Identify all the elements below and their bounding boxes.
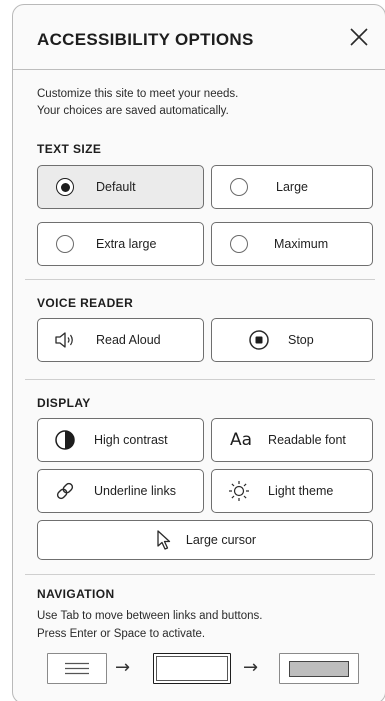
section-divider	[25, 279, 375, 280]
close-icon	[350, 28, 368, 46]
stop-button[interactable]: Stop	[211, 318, 373, 362]
nav-step-focused	[153, 653, 231, 684]
readable-font-icon: Aa	[230, 430, 253, 450]
high-contrast-label: High contrast	[94, 433, 168, 447]
intro-line-2: Your choices are saved automatically.	[37, 105, 229, 117]
navigation-text: Use Tab to move between links and button…	[37, 607, 262, 643]
text-size-extra-large-option[interactable]: Extra large	[37, 222, 204, 266]
nav-step-menu	[47, 653, 107, 684]
radio-unchecked-icon	[230, 235, 248, 253]
stop-icon	[248, 329, 270, 351]
underline-links-label: Underline links	[94, 484, 176, 498]
underline-links-button[interactable]: Underline links	[37, 469, 204, 513]
readable-font-button[interactable]: Aa Readable font	[211, 418, 373, 462]
text-size-default-label: Default	[96, 180, 136, 194]
text-size-default-option[interactable]: Default	[37, 165, 204, 209]
speaker-icon	[54, 330, 78, 350]
nav-activated-fill	[289, 661, 349, 677]
panel-title: ACCESSIBILITY OPTIONS	[37, 30, 254, 49]
navigation-line-1: Use Tab to move between links and button…	[37, 610, 263, 622]
nav-arrow-icon: →	[243, 657, 259, 678]
text-size-large-label: Large	[276, 180, 308, 194]
section-divider	[25, 574, 375, 575]
radio-unchecked-icon	[230, 178, 248, 196]
text-size-heading: TEXT SIZE	[37, 142, 102, 156]
cursor-icon	[154, 529, 174, 551]
display-heading: DISPLAY	[37, 396, 91, 410]
high-contrast-button[interactable]: High contrast	[37, 418, 204, 462]
text-size-maximum-label: Maximum	[274, 237, 329, 251]
radio-unchecked-icon	[56, 235, 74, 253]
nav-arrow-icon: →	[115, 657, 131, 678]
panel-header: ACCESSIBILITY OPTIONS	[13, 5, 385, 70]
link-icon	[54, 480, 76, 502]
readable-font-label: Readable font	[268, 433, 346, 447]
sun-icon	[228, 480, 250, 502]
contrast-icon	[54, 429, 76, 451]
light-theme-label: Light theme	[268, 484, 334, 498]
read-aloud-label: Read Aloud	[96, 333, 161, 347]
navigation-heading: NAVIGATION	[37, 587, 115, 601]
navigation-line-2: Press Enter or Space to activate.	[37, 628, 206, 640]
radio-checked-icon	[56, 178, 74, 196]
large-cursor-label: Large cursor	[185, 533, 257, 547]
text-size-large-option[interactable]: Large	[211, 165, 373, 209]
read-aloud-button[interactable]: Read Aloud	[37, 318, 204, 362]
text-size-maximum-option[interactable]: Maximum	[211, 222, 373, 266]
section-divider	[25, 379, 375, 380]
stop-label: Stop	[288, 333, 314, 347]
large-cursor-button[interactable]: Large cursor	[37, 520, 373, 560]
intro-text: Customize this site to meet your needs. …	[37, 86, 238, 120]
text-size-extra-large-label: Extra large	[96, 237, 157, 251]
voice-reader-heading: VOICE READER	[37, 296, 134, 310]
intro-line-1: Customize this site to meet your needs.	[37, 88, 239, 100]
close-button[interactable]	[347, 25, 371, 49]
nav-step-activated	[279, 653, 359, 684]
light-theme-button[interactable]: Light theme	[211, 469, 373, 513]
accessibility-panel: ACCESSIBILITY OPTIONS Customize this sit…	[12, 4, 385, 701]
menu-lines-icon	[65, 662, 89, 675]
